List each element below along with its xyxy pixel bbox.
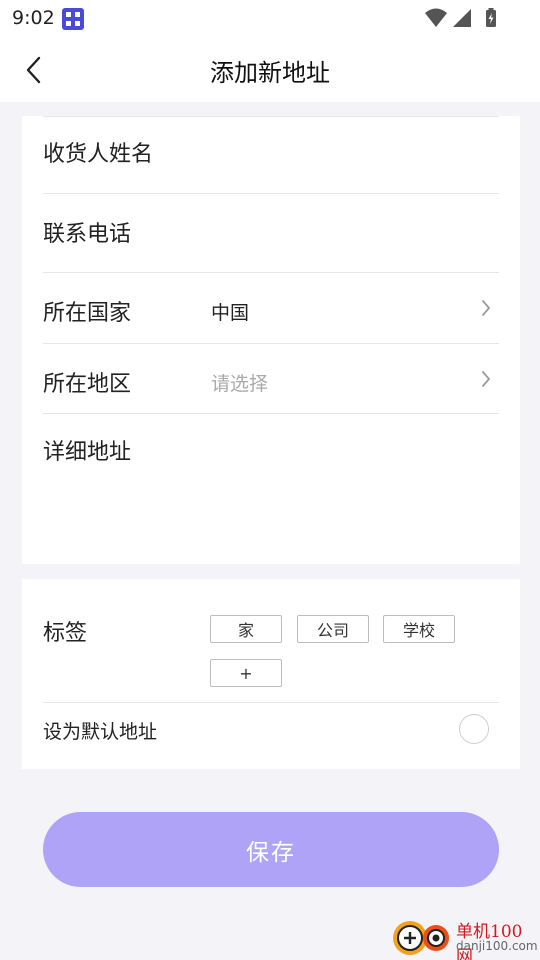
chevron-right-icon	[482, 371, 490, 387]
watermark: 单机100网 danji100.com	[390, 914, 538, 960]
receiver-name-label: 收货人姓名	[43, 142, 154, 167]
chevron-right-icon	[482, 300, 490, 316]
tag-company[interactable]: 公司	[297, 615, 369, 643]
status-icons	[424, 7, 502, 29]
tag-home[interactable]: 家	[210, 615, 282, 643]
detail-address-label: 详细地址	[43, 440, 132, 465]
default-address-row[interactable]: 设为默认地址	[43, 703, 499, 769]
tags-row: 标签 家 公司 学校 +	[43, 579, 499, 703]
status-time: 9:02	[12, 7, 55, 29]
tag-school[interactable]: 学校	[383, 615, 455, 643]
signal-icon	[453, 9, 471, 27]
detail-address-field[interactable]: 详细地址	[43, 414, 499, 564]
app-bar: 添加新地址	[0, 36, 540, 102]
country-value: 中国	[211, 302, 250, 324]
add-tag-button[interactable]: +	[210, 659, 282, 687]
region-label: 所在地区	[43, 372, 132, 397]
wifi-icon	[425, 8, 447, 27]
country-selector[interactable]: 所在国家 中国	[43, 273, 499, 344]
region-selector[interactable]: 所在地区 请选择	[43, 344, 499, 414]
receiver-name-field[interactable]: 收货人姓名	[43, 116, 499, 194]
battery-icon	[486, 8, 496, 27]
default-address-label: 设为默认地址	[43, 721, 158, 743]
region-placeholder: 请选择	[211, 373, 269, 395]
options-card: 标签 家 公司 学校 + 设为默认地址	[22, 579, 520, 769]
app-notification-icon	[62, 8, 84, 30]
save-button[interactable]: 保存	[43, 812, 499, 887]
country-label: 所在国家	[43, 301, 132, 326]
watermark-url: danji100.com	[456, 939, 538, 953]
phone-label: 联系电话	[43, 222, 132, 247]
tags-label: 标签	[43, 621, 88, 646]
page-title: 添加新地址	[210, 59, 330, 87]
address-form-card: 收货人姓名 联系电话 所在国家 中国 所在地区 请选择 详细地址	[22, 116, 520, 564]
watermark-logo-icon	[393, 921, 449, 955]
default-address-radio[interactable]	[459, 714, 489, 744]
status-bar: 9:02	[0, 0, 540, 36]
phone-field[interactable]: 联系电话	[43, 194, 499, 273]
